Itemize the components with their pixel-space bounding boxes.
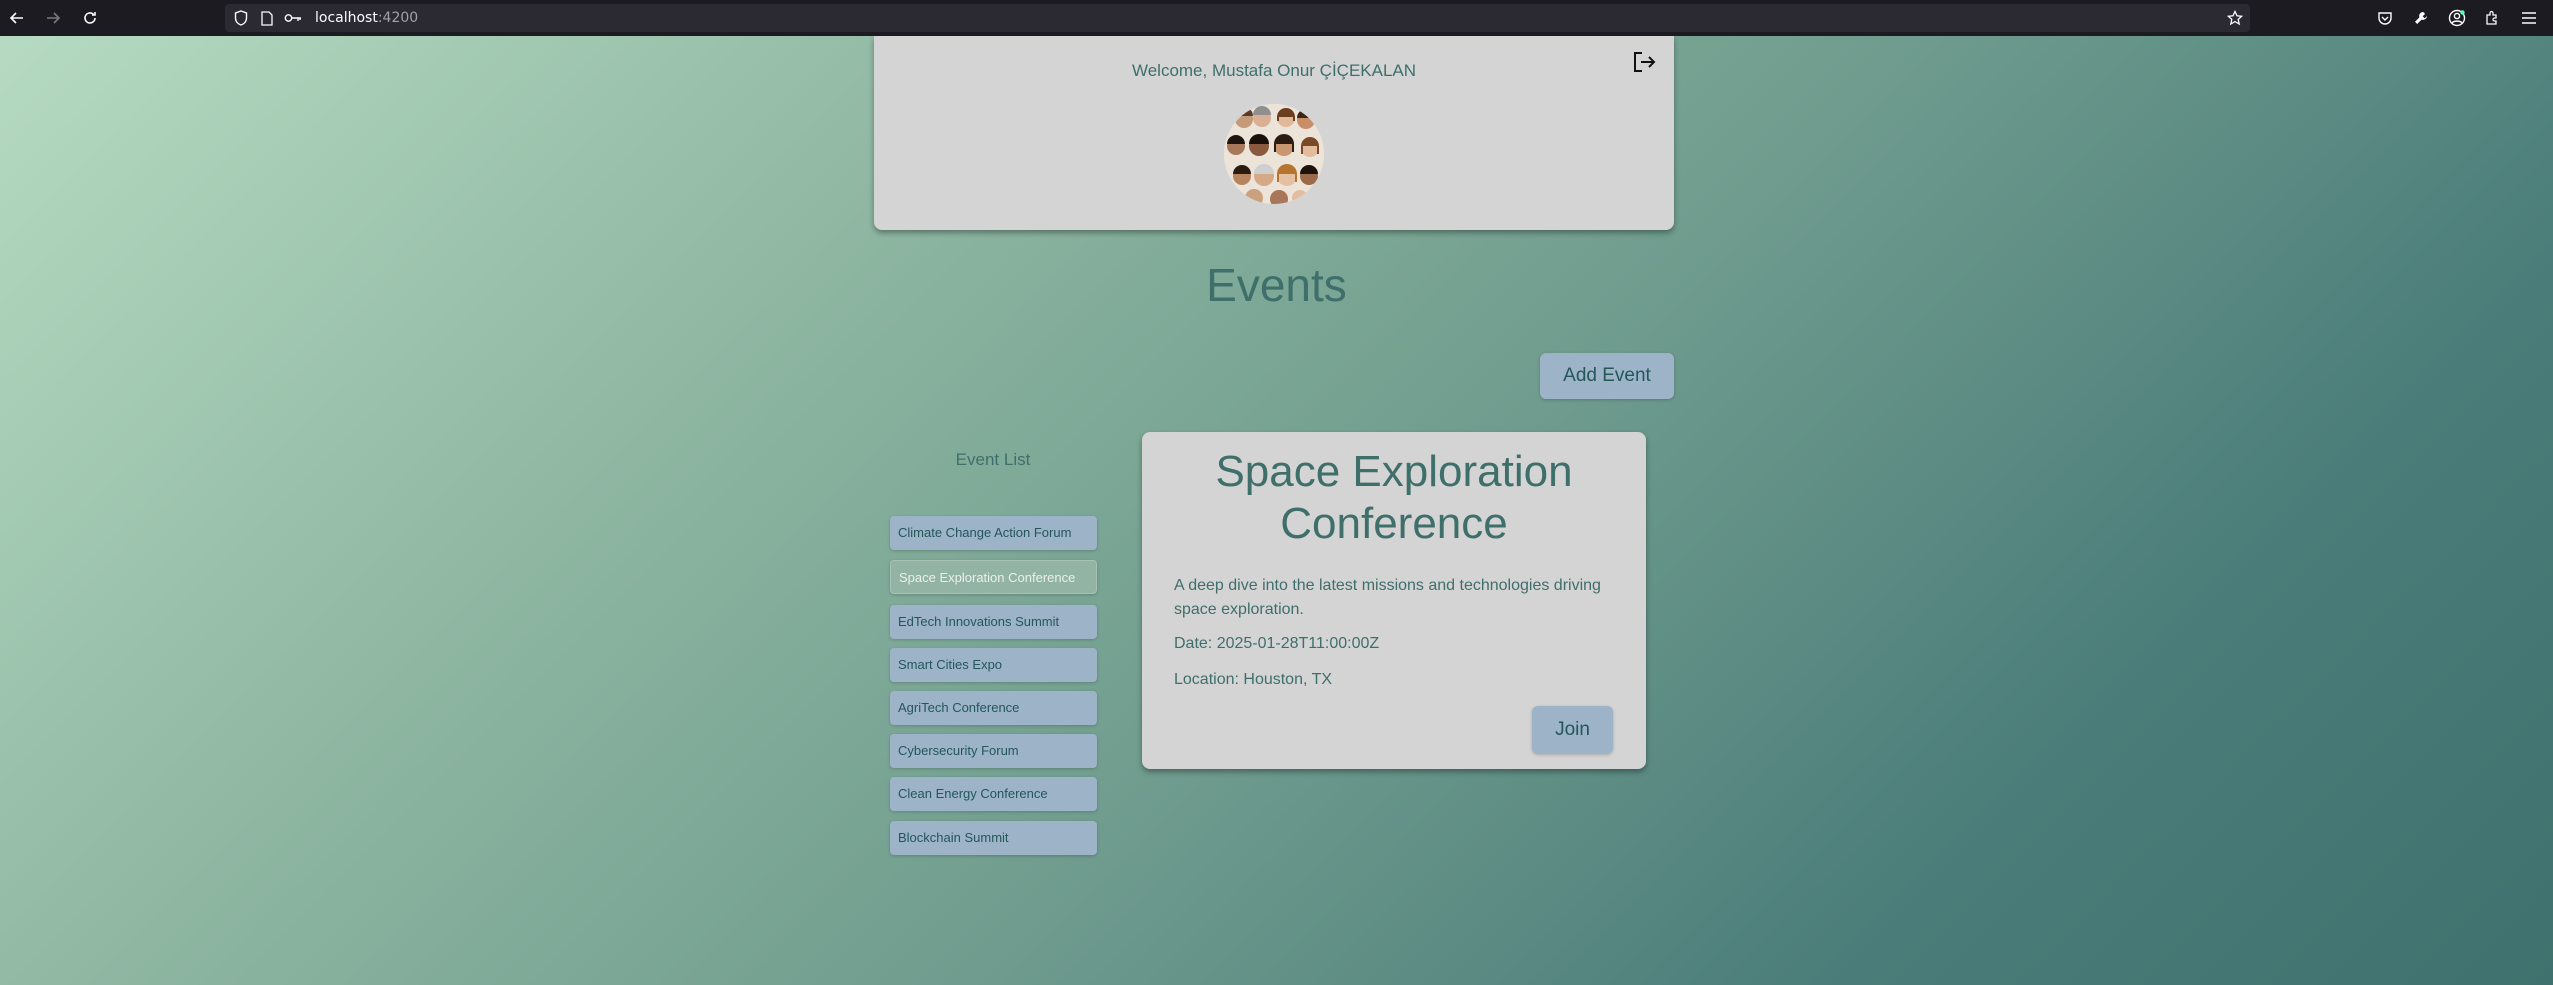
browser-toolbar: localhost:4200 — [0, 0, 2553, 36]
event-list-item[interactable]: EdTech Innovations Summit — [890, 605, 1097, 639]
event-list-item[interactable]: Blockchain Summit — [890, 821, 1097, 855]
welcome-header-card: Welcome, Mustafa Onur ÇİÇEKALAN — [874, 36, 1674, 230]
event-list-title: Event List — [955, 450, 1031, 469]
logout-icon[interactable] — [1630, 48, 1658, 76]
event-list-item[interactable]: Clean Energy Conference — [890, 777, 1097, 811]
event-detail-date: Date: 2025-01-28T11:00:00Z — [1174, 635, 1380, 652]
extensions-icon[interactable] — [2481, 6, 2505, 30]
menu-icon[interactable] — [2517, 6, 2541, 30]
address-bar[interactable]: localhost:4200 — [225, 4, 2250, 32]
event-detail-title: Space Exploration Conference — [1215, 447, 1573, 548]
join-button[interactable]: Join — [1532, 706, 1613, 754]
bookmark-star-icon[interactable] — [2225, 8, 2245, 28]
event-detail-location: Location: Houston, TX — [1174, 671, 1333, 688]
event-detail-card: Space Exploration Conference A deep dive… — [1142, 432, 1646, 769]
url-text: localhost:4200 — [315, 10, 418, 26]
reload-icon[interactable] — [78, 6, 102, 30]
account-icon[interactable] — [2445, 6, 2469, 30]
wrench-icon[interactable] — [2409, 6, 2433, 30]
key-icon[interactable] — [283, 8, 303, 28]
event-list-item[interactable]: AgriTech Conference — [890, 691, 1097, 725]
event-detail-description: A deep dive into the latest missions and… — [1174, 577, 1601, 618]
url-port: :4200 — [377, 10, 419, 26]
add-event-button[interactable]: Add Event — [1540, 353, 1674, 399]
welcome-text: Welcome, Mustafa Onur ÇİÇEKALAN — [1131, 61, 1417, 80]
pocket-icon[interactable] — [2373, 6, 2397, 30]
event-list-item-selected[interactable]: Space Exploration Conference — [890, 560, 1097, 594]
shield-icon[interactable] — [231, 8, 251, 28]
page-title: Events — [1206, 259, 1347, 311]
event-list-item[interactable]: Climate Change Action Forum — [890, 516, 1097, 550]
url-host: localhost — [315, 10, 378, 26]
page-icon — [257, 8, 277, 28]
forward-icon[interactable] — [41, 6, 65, 30]
avatar — [1224, 104, 1324, 204]
event-list-item[interactable]: Cybersecurity Forum — [890, 734, 1097, 768]
back-icon[interactable] — [5, 6, 29, 30]
event-list-item[interactable]: Smart Cities Expo — [890, 648, 1097, 682]
